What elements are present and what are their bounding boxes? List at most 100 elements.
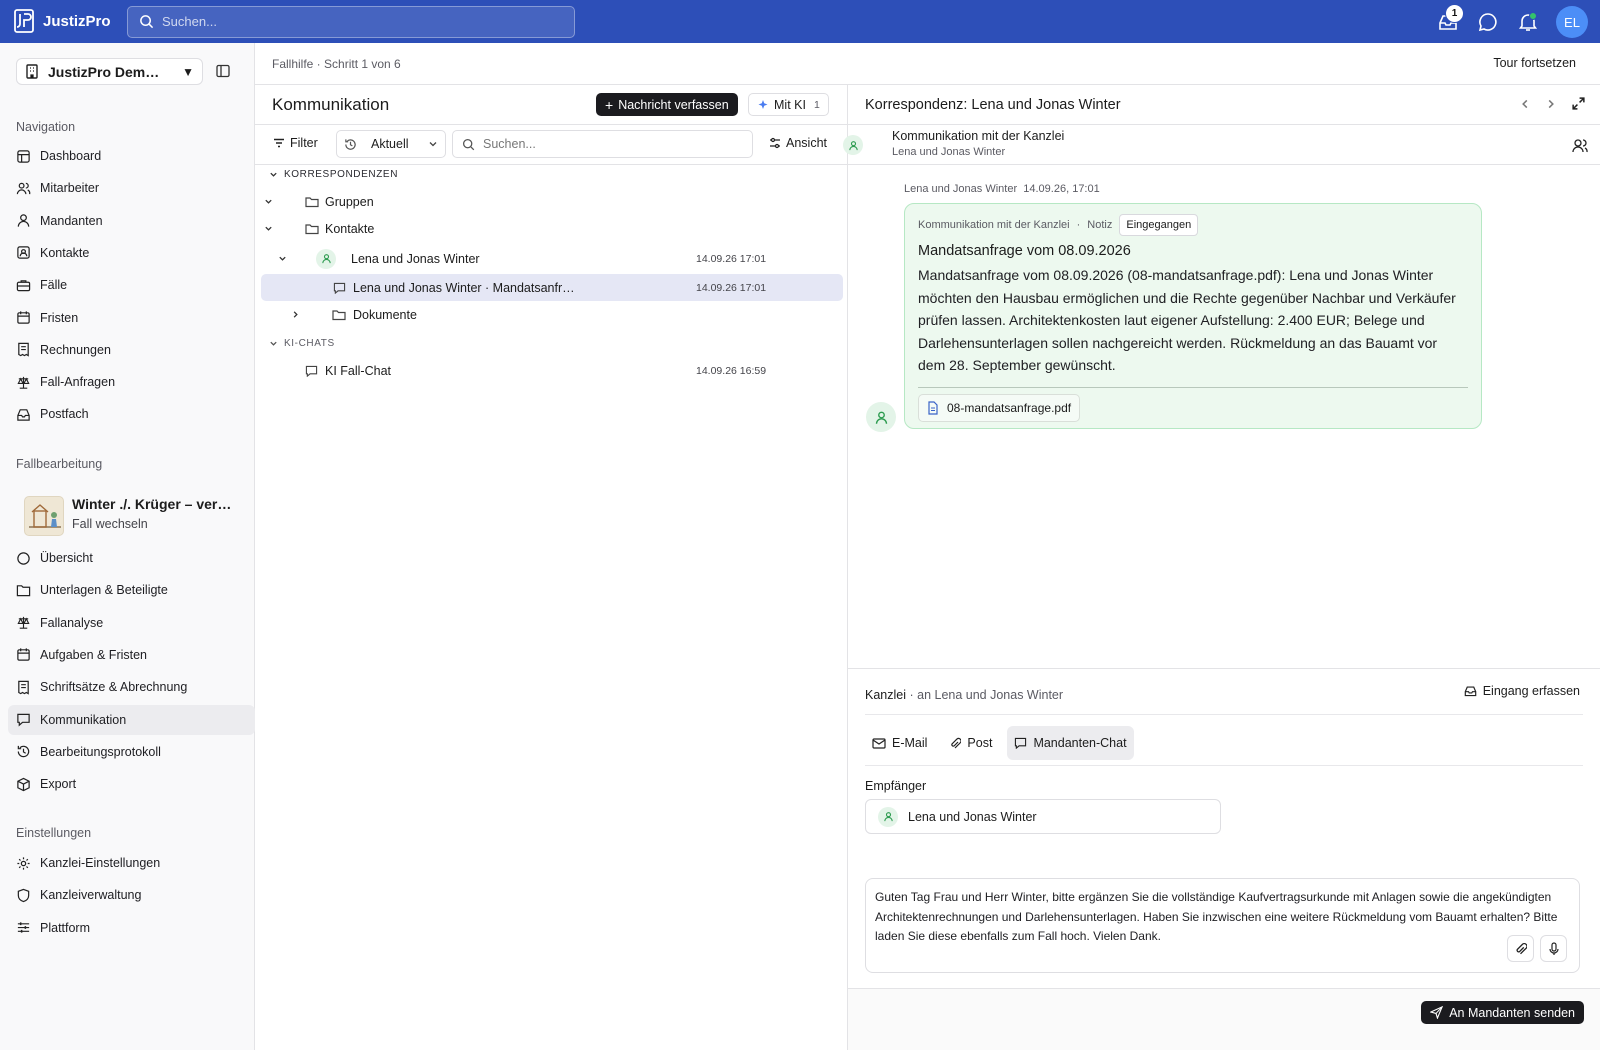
app-name: JustizPro	[43, 13, 111, 30]
message-icon	[333, 282, 346, 294]
nav-section-label: Navigation	[16, 120, 76, 134]
global-search-input[interactable]: Suchen...	[127, 5, 575, 38]
timeframe-value: Aktuell	[371, 137, 409, 151]
tab-label: Post	[967, 736, 993, 750]
ai-chats-section-toggle[interactable]: KI-CHATS	[269, 338, 335, 349]
briefcase-icon	[16, 279, 31, 291]
sidebar-nav-item-label: Fälle	[40, 278, 68, 293]
tree-row-contacts[interactable]: Kontakte	[255, 215, 848, 242]
sliders-icon	[17, 922, 30, 933]
tree-row-groups[interactable]: Gruppen	[255, 188, 848, 215]
paperclip-icon	[1516, 942, 1527, 954]
recipient-field[interactable]: Lena und Jonas Winter	[865, 799, 1221, 834]
message-textarea[interactable]: Guten Tag Frau und Herr Winter, bitte er…	[865, 878, 1580, 973]
compose-message-button[interactable]: + Nachricht verfassen	[596, 93, 738, 116]
user-icon	[17, 214, 30, 227]
case-nav-item-1[interactable]: Unterlagen & Beteiligte	[8, 575, 255, 605]
sidebar-nav-item-0[interactable]: Dashboard	[8, 141, 255, 171]
collapse-sidebar-button[interactable]	[216, 64, 230, 78]
ai-compose-button[interactable]: Mit KI 1	[748, 93, 829, 116]
dictation-button[interactable]	[1540, 935, 1567, 962]
workspace-switcher[interactable]: JustizPro Demo-Kanzlei ▼	[16, 58, 203, 85]
users-icon	[16, 182, 31, 195]
tree-row-documents[interactable]: Dokumente	[255, 301, 848, 328]
attachment-name: 08-mandatsanfrage.pdf	[947, 400, 1072, 415]
inbox-button[interactable]: 1	[1434, 4, 1464, 37]
sidebar-nav-item-1[interactable]: Mitarbeiter	[8, 173, 255, 203]
sidebar-nav-item-label: Mitarbeiter	[40, 181, 100, 196]
filter-button[interactable]: Filter	[273, 136, 318, 150]
correspondence-section-toggle[interactable]: KORRESPONDENZEN	[269, 169, 398, 180]
sidebar-nav-item-label: Fristen	[40, 310, 79, 325]
sidebar-nav-item-6[interactable]: Rechnungen	[8, 335, 255, 365]
caret-down-icon: ▼	[182, 64, 194, 79]
sidebar-nav-item-5[interactable]: Fristen	[8, 303, 255, 333]
chevron-right-icon[interactable]	[1545, 98, 1557, 110]
sidebar-nav-item-label: Mandanten	[40, 213, 103, 228]
chevron-left-icon[interactable]	[1519, 98, 1531, 110]
settings-section-label: Einstellungen	[16, 826, 92, 840]
tab-email[interactable]: E-Mail	[865, 726, 934, 760]
record-incoming-button[interactable]: Eingang erfassen	[1464, 684, 1580, 698]
correspondence-detail: Korrespondenz: Lena und Jonas Winter Kom…	[843, 85, 1600, 1050]
sidebar-nav-item-2[interactable]: Mandanten	[8, 206, 255, 236]
case-nav-item-5[interactable]: Kommunikation	[8, 704, 255, 735]
user-avatar-icon	[316, 248, 336, 269]
tree-row-thread-selected[interactable]: Lena und Jonas Winter · Mandatsanfrage v…	[261, 274, 843, 301]
tree-row-contact[interactable]: Lena und Jonas Winter 14.09.26 17:01	[255, 245, 848, 272]
inbox-icon	[17, 409, 30, 421]
message-channel: Kommunikation mit der Kanzlei	[918, 219, 1070, 231]
chat-button[interactable]	[1474, 7, 1502, 37]
case-title: Winter ./. Krüger – verweigerte Baugeneh…	[72, 496, 242, 512]
settings-nav-item-1[interactable]: Kanzleiverwaltung	[8, 880, 255, 910]
tree-label: Kontakte	[325, 221, 375, 236]
tab-post[interactable]: Post	[942, 726, 999, 760]
message-body: Mandatsanfrage vom 08.09.2026 (08-mandat…	[918, 267, 1456, 373]
case-switch-link[interactable]: Fall wechseln	[72, 517, 242, 531]
tab-client-chat[interactable]: Mandanten-Chat	[1007, 726, 1134, 760]
filter-label: Filter	[290, 136, 318, 150]
case-nav-item-2[interactable]: Fallanalyse	[8, 608, 255, 638]
tour-continue-button[interactable]: Tour fortsetzen	[1493, 56, 1576, 70]
message-icon	[1015, 737, 1027, 749]
case-nav-item-3[interactable]: Aufgaben & Fristen	[8, 640, 255, 670]
send-to-client-button[interactable]: An Mandanten senden	[1421, 1001, 1584, 1024]
case-nav-item-4[interactable]: Schriftsätze & Abrechnung	[8, 672, 255, 702]
tree-label: Dokumente	[353, 307, 417, 322]
tree-search-input[interactable]: Suchen...	[452, 130, 753, 158]
attach-button[interactable]	[1507, 935, 1534, 962]
sidebar-nav-item-4[interactable]: Fälle	[8, 270, 255, 300]
app-logo[interactable]: JustizPro	[14, 8, 112, 35]
sidebar-nav-item-8[interactable]: Postfach	[8, 399, 255, 429]
recipient-label: Empfänger	[865, 779, 927, 793]
view-button[interactable]: Ansicht	[769, 136, 827, 150]
case-thumbnail	[24, 496, 64, 536]
inbox-badge: 1	[1445, 4, 1464, 23]
message-separator: ·	[1076, 219, 1081, 231]
expand-icon[interactable]	[1571, 96, 1586, 111]
tree-label: Lena und Jonas Winter · Mandatsanfrage v…	[353, 280, 579, 295]
tree-row-ai-chat[interactable]: KI Fall-Chat 14.09.26 16:59	[255, 357, 848, 384]
paperclip-icon	[951, 737, 962, 748]
case-nav-item-label: Schriftsätze & Abrechnung	[40, 680, 188, 695]
attachment-chip[interactable]: 08-mandatsanfrage.pdf	[918, 393, 1081, 422]
settings-nav-item-2[interactable]: Plattform	[8, 913, 255, 943]
send-icon	[1430, 1006, 1444, 1019]
timeframe-select[interactable]: Aktuell	[336, 130, 446, 158]
participants-icon[interactable]	[1572, 138, 1588, 153]
user-avatar[interactable]: EL	[1556, 6, 1588, 38]
history-icon	[345, 138, 356, 150]
case-switcher[interactable]: Winter ./. Krüger – verweigerte Baugeneh…	[24, 496, 250, 540]
top-bar: JustizPro Suchen... 1 EL	[0, 0, 1600, 43]
sidebar-nav-item-3[interactable]: Kontakte	[8, 238, 255, 268]
history-icon	[17, 746, 30, 758]
case-nav-item-6[interactable]: Bearbeitungsprotokoll	[8, 737, 255, 767]
sidebar-nav-item-7[interactable]: Fall-Anfragen	[8, 367, 255, 397]
notifications-button[interactable]	[1514, 7, 1542, 37]
sliders-icon	[770, 137, 780, 149]
settings-nav-item-0[interactable]: Kanzlei-Einstellungen	[8, 848, 255, 878]
case-nav-item-0[interactable]: Übersicht	[8, 543, 255, 573]
ai-count: 1	[813, 98, 820, 111]
sidebar: JustizPro Demo-Kanzlei ▼ Navigation Dash…	[0, 43, 255, 1050]
case-nav-item-7[interactable]: Export	[8, 769, 255, 799]
